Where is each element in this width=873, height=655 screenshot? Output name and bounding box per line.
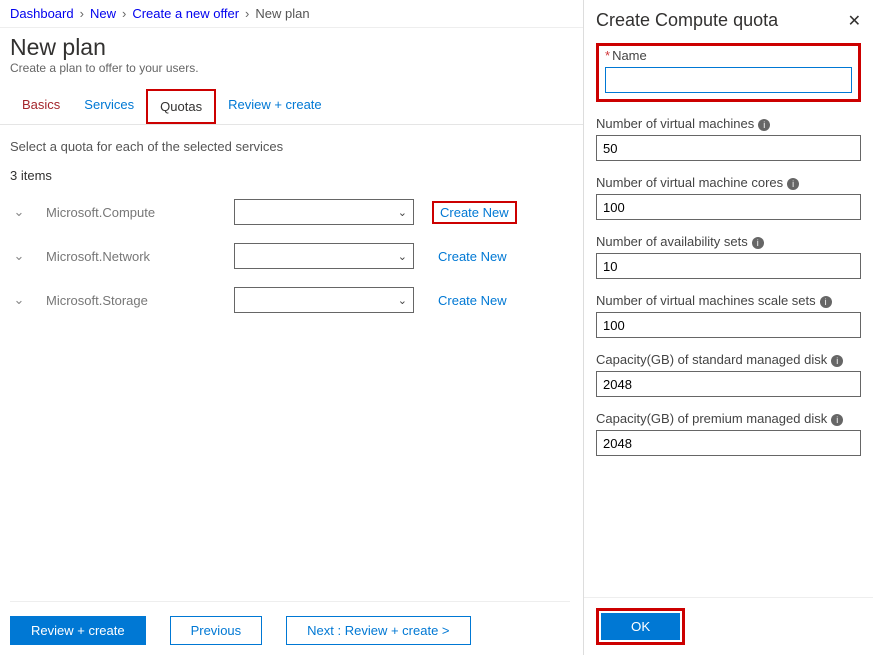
create-compute-quota-panel: Create Compute quota ✕ *Name Number of v… [583, 0, 873, 655]
panel-footer: OK [584, 597, 873, 655]
field-stddisk: Capacity(GB) of standard managed diski [596, 352, 861, 397]
tab-review[interactable]: Review + create [216, 89, 334, 124]
review-create-button[interactable]: Review + create [10, 616, 146, 645]
breadcrumb-new[interactable]: New [90, 6, 116, 21]
quota-dropdown-compute[interactable]: ⌄ [234, 199, 414, 225]
create-new-network[interactable]: Create New [432, 247, 513, 266]
breadcrumb-dashboard[interactable]: Dashboard [10, 6, 74, 21]
create-new-compute[interactable]: Create New [432, 201, 517, 224]
stddisk-input[interactable] [596, 371, 861, 397]
info-icon[interactable]: i [831, 414, 843, 426]
field-name-wrapper: *Name [596, 43, 861, 102]
scalesets-input[interactable] [596, 312, 861, 338]
chevron-down-icon[interactable]: ⌄ [10, 292, 28, 308]
info-icon[interactable]: i [758, 119, 770, 131]
service-label: Microsoft.Compute [46, 205, 216, 220]
info-icon[interactable]: i [787, 178, 799, 190]
info-icon[interactable]: i [752, 237, 764, 249]
panel-title: Create Compute quota [596, 10, 778, 31]
caret-down-icon: ⌄ [398, 250, 407, 263]
tab-quotas[interactable]: Quotas [146, 89, 216, 124]
info-icon[interactable]: i [831, 355, 843, 367]
service-label: Microsoft.Storage [46, 293, 216, 308]
scalesets-label: Number of virtual machines scale setsi [596, 293, 861, 308]
next-button[interactable]: Next : Review + create > [286, 616, 470, 645]
quota-dropdown-storage[interactable]: ⌄ [234, 287, 414, 313]
ok-button[interactable]: OK [601, 613, 680, 640]
field-scalesets: Number of virtual machines scale setsi [596, 293, 861, 338]
panel-header: Create Compute quota ✕ [584, 0, 873, 43]
chevron-right-icon: › [245, 6, 249, 21]
tab-services[interactable]: Services [72, 89, 146, 124]
caret-down-icon: ⌄ [398, 206, 407, 219]
premdisk-input[interactable] [596, 430, 861, 456]
close-icon[interactable]: ✕ [848, 11, 861, 31]
wizard-footer: Review + create Previous Next : Review +… [10, 601, 570, 645]
cores-input[interactable] [596, 194, 861, 220]
premdisk-label: Capacity(GB) of premium managed diski [596, 411, 861, 426]
breadcrumb-create-offer[interactable]: Create a new offer [132, 6, 239, 21]
field-vms: Number of virtual machinesi [596, 116, 861, 161]
info-icon[interactable]: i [820, 296, 832, 308]
quota-dropdown-network[interactable]: ⌄ [234, 243, 414, 269]
cores-label: Number of virtual machine coresi [596, 175, 861, 190]
vms-input[interactable] [596, 135, 861, 161]
name-label: *Name [605, 48, 852, 63]
previous-button[interactable]: Previous [170, 616, 263, 645]
service-label: Microsoft.Network [46, 249, 216, 264]
chevron-right-icon: › [80, 6, 84, 21]
create-new-storage[interactable]: Create New [432, 291, 513, 310]
chevron-down-icon[interactable]: ⌄ [10, 248, 28, 264]
avsets-input[interactable] [596, 253, 861, 279]
tab-basics[interactable]: Basics [10, 89, 72, 124]
chevron-right-icon: › [122, 6, 126, 21]
field-cores: Number of virtual machine coresi [596, 175, 861, 220]
field-avsets: Number of availability setsi [596, 234, 861, 279]
name-input[interactable] [605, 67, 852, 93]
caret-down-icon: ⌄ [398, 294, 407, 307]
field-premdisk: Capacity(GB) of premium managed diski [596, 411, 861, 456]
breadcrumb-current: New plan [255, 6, 309, 21]
avsets-label: Number of availability setsi [596, 234, 861, 249]
chevron-down-icon[interactable]: ⌄ [10, 204, 28, 220]
stddisk-label: Capacity(GB) of standard managed diski [596, 352, 861, 367]
vms-label: Number of virtual machinesi [596, 116, 861, 131]
